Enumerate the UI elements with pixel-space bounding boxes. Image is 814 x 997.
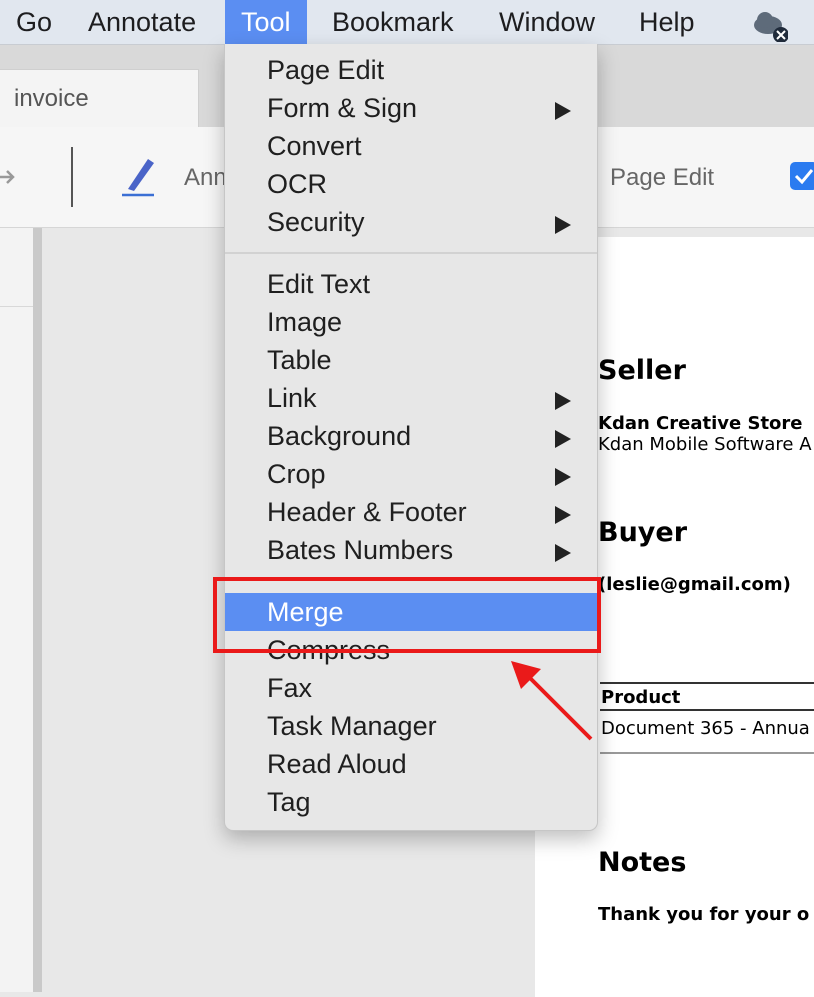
menu-item-label: Convert [267, 131, 362, 161]
redo-arrow-icon[interactable] [0, 162, 16, 192]
submenu-arrow-icon [555, 506, 571, 524]
menu-item-label: Bates Numbers [267, 535, 454, 565]
menu-item-label: Edit Text [267, 269, 371, 299]
notes-text: Thank you for your o [598, 904, 810, 925]
menu-help[interactable]: Help [623, 0, 711, 44]
product-row: Document 365 - Annua [601, 718, 810, 739]
menu-item-header-footer[interactable]: Header & Footer [225, 493, 597, 531]
annotate-button-label[interactable]: Ann [184, 164, 227, 192]
sidebar-header [0, 228, 33, 307]
menu-item-label: Background [267, 421, 412, 451]
seller-name: Kdan Creative Store [598, 413, 803, 434]
table-bottom-rule [600, 752, 814, 754]
checkmark-icon [794, 169, 814, 185]
cloud-sync-icon[interactable] [752, 6, 788, 42]
menu-item-label: Task Manager [267, 711, 437, 741]
menu-item-label: Fax [267, 673, 313, 703]
menu-item-read-aloud[interactable]: Read Aloud [225, 745, 597, 783]
highlight-box-annotation [213, 577, 601, 653]
menu-item-ocr[interactable]: OCR [225, 165, 597, 203]
menu-item-label: OCR [267, 169, 327, 199]
menu-bookmark[interactable]: Bookmark [316, 0, 470, 44]
menu-item-label: Form & Sign [267, 93, 418, 123]
submenu-arrow-icon [555, 468, 571, 486]
menu-item-tag[interactable]: Tag [225, 783, 597, 821]
buyer-email: (leslie@gmail.com) [598, 574, 791, 595]
menu-item-label: Crop [267, 459, 326, 489]
menu-item-link[interactable]: Link [225, 379, 597, 417]
product-column-header: Product [601, 687, 681, 708]
menu-item-label: Security [267, 207, 365, 237]
menu-item-table[interactable]: Table [225, 341, 597, 379]
menu-item-background[interactable]: Background [225, 417, 597, 455]
menu-item-bates-numbers[interactable]: Bates Numbers [225, 531, 597, 569]
menu-item-security[interactable]: Security [225, 203, 597, 241]
menu-annotate[interactable]: Annotate [72, 0, 212, 44]
toolbar-divider [71, 147, 73, 207]
table-header-rule [600, 709, 814, 711]
page-edit-button[interactable]: Page Edit [610, 164, 714, 192]
menu-item-label: Page Edit [267, 55, 385, 85]
menu-item-form-sign[interactable]: Form & Sign [225, 89, 597, 127]
submenu-arrow-icon [555, 392, 571, 410]
menu-item-convert[interactable]: Convert [225, 127, 597, 165]
menu-item-edit-text[interactable]: Edit Text [225, 265, 597, 303]
submenu-arrow-icon [555, 430, 571, 448]
menu-window[interactable]: Window [483, 0, 611, 44]
menu-item-label: Header & Footer [267, 497, 467, 527]
seller-company: Kdan Mobile Software A [598, 434, 812, 455]
table-top-rule [600, 682, 814, 684]
menu-tool[interactable]: Tool [225, 0, 307, 44]
menu-item-label: Tag [267, 787, 311, 817]
menu-item-label: Link [267, 383, 317, 413]
menu-separator [225, 252, 597, 254]
tab-label: invoice [14, 85, 89, 112]
menu-item-label: Image [267, 307, 343, 337]
menu-item-image[interactable]: Image [225, 303, 597, 341]
menu-item-label: Table [267, 345, 332, 375]
buyer-heading: Buyer [598, 517, 688, 548]
sidebar-panel [0, 228, 33, 992]
notes-heading: Notes [598, 847, 687, 878]
red-arrow-icon [511, 661, 593, 741]
tab-invoice[interactable]: invoice [0, 69, 199, 128]
seller-heading: Seller [598, 355, 686, 386]
menu-item-crop[interactable]: Crop [225, 455, 597, 493]
annotate-pen-icon[interactable] [120, 155, 156, 197]
menu-item-label: Read Aloud [267, 749, 407, 779]
menu-bar: Go Annotate Tool Bookmark Window Help [0, 0, 814, 45]
menu-go[interactable]: Go [0, 0, 68, 44]
submenu-arrow-icon [555, 216, 571, 234]
submenu-arrow-icon [555, 102, 571, 120]
sidebar-scrollbar[interactable] [33, 228, 42, 992]
submenu-arrow-icon [555, 544, 571, 562]
checkbox-checked[interactable] [790, 162, 814, 190]
menu-item-page-edit[interactable]: Page Edit [225, 51, 597, 89]
